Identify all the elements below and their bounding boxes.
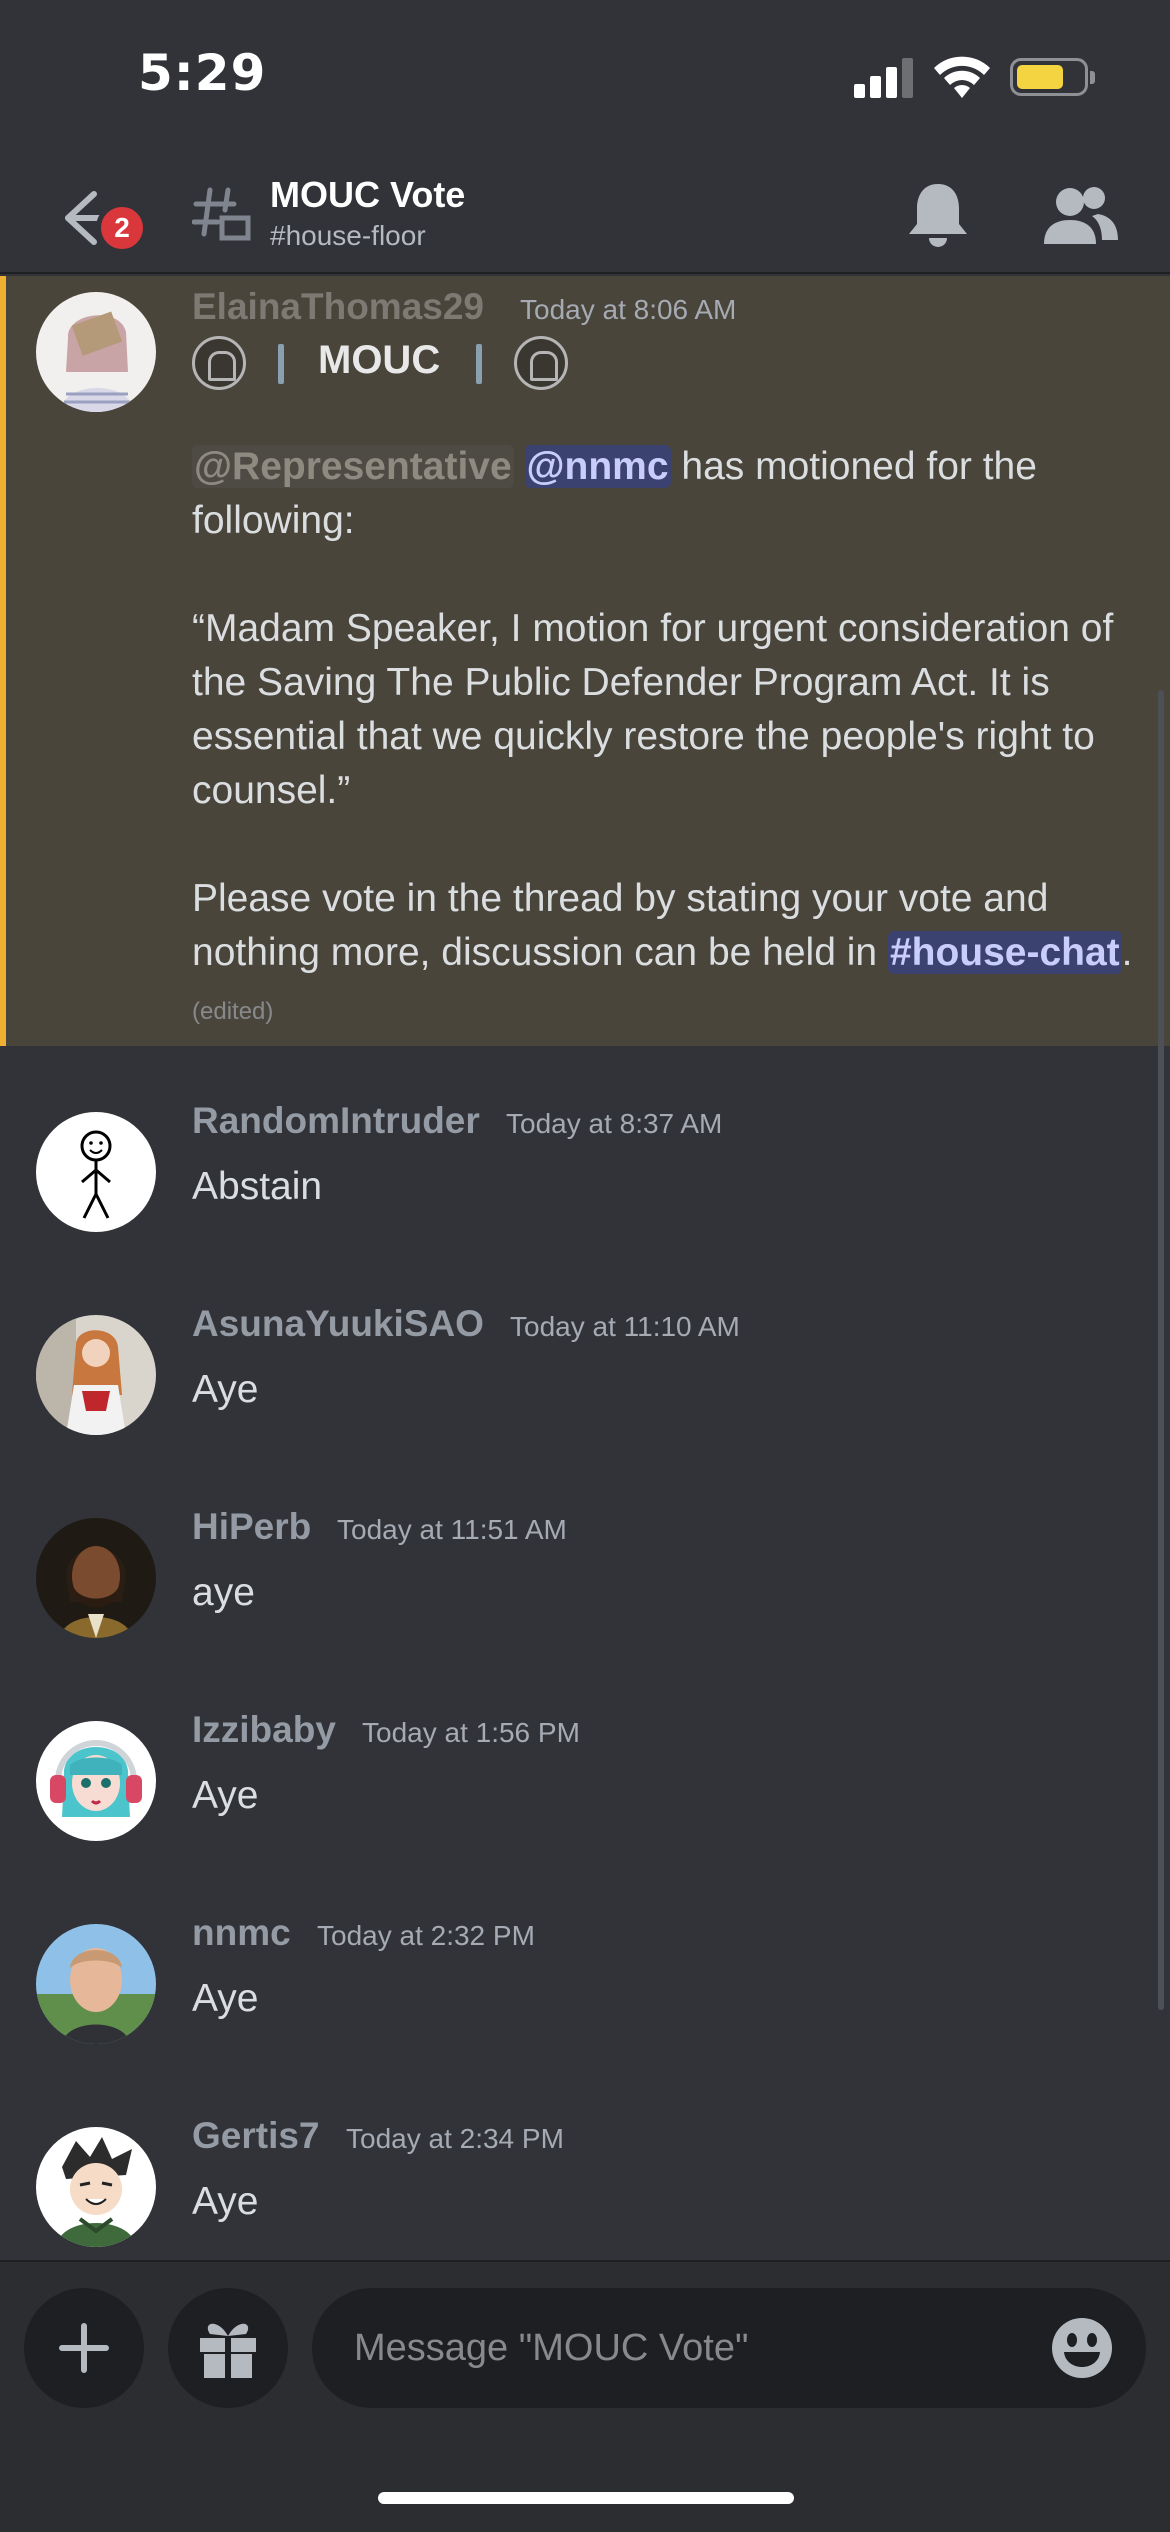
wifi-icon	[934, 56, 990, 98]
message-author[interactable]: Gertis7	[192, 2115, 320, 2157]
message-timestamp: Today at 8:06 AM	[520, 294, 737, 325]
avatar[interactable]	[36, 1112, 156, 1232]
avatar[interactable]	[36, 1518, 156, 1638]
channel-header: 2 MOUC Vote #house-floor	[0, 160, 1170, 274]
scrollbar[interactable]	[1158, 690, 1164, 2010]
unread-badge: 2	[96, 202, 148, 254]
message-author[interactable]: AsunaYuukiSAO	[192, 1303, 484, 1345]
period: .	[1121, 931, 1133, 974]
home-indicator[interactable]	[378, 2492, 794, 2504]
message-author[interactable]: ElainaThomas29	[192, 286, 484, 328]
message-author[interactable]: RandomIntruder	[192, 1100, 480, 1142]
avatar[interactable]	[36, 292, 156, 412]
avatar[interactable]	[36, 1924, 156, 2044]
edited-label: (edited)	[192, 998, 274, 1025]
gift-button[interactable]	[168, 2288, 288, 2408]
channel-title[interactable]: MOUC Vote	[270, 174, 465, 216]
message-text: Abstain	[192, 1165, 323, 1208]
role-banner: MOUC	[192, 334, 592, 394]
members-icon[interactable]	[1040, 182, 1120, 248]
message-input[interactable]	[312, 2288, 1146, 2408]
message-text: Aye	[192, 2180, 259, 2223]
status-time: 5:29	[138, 44, 267, 102]
message-timestamp: Today at 8:37 AM	[506, 1108, 723, 1139]
message-author[interactable]: Izzibaby	[192, 1709, 336, 1751]
plus-icon	[59, 2323, 109, 2373]
message-timestamp: Today at 2:34 PM	[346, 2123, 564, 2154]
bell-icon[interactable]	[905, 180, 971, 250]
quote-text: “Madam Speaker, I motion for urgent cons…	[192, 607, 1114, 812]
message-timestamp: Today at 11:51 AM	[337, 1514, 567, 1545]
message-author[interactable]: HiPerb	[192, 1506, 311, 1548]
role-banner-label: MOUC	[318, 338, 441, 382]
emoji-icon[interactable]	[1050, 2316, 1114, 2380]
avatar[interactable]	[36, 2127, 156, 2247]
message-timestamp: Today at 11:10 AM	[510, 1311, 740, 1342]
add-attachment-button[interactable]	[24, 2288, 144, 2408]
thread-icon	[192, 187, 251, 241]
message-text: Aye	[192, 1774, 259, 1817]
status-bar: 5:29	[0, 0, 1170, 160]
message-author[interactable]: nnmc	[192, 1912, 291, 1954]
seal-icon	[192, 336, 246, 390]
avatar[interactable]	[36, 1721, 156, 1841]
role-mention[interactable]: @Representative	[192, 445, 514, 488]
avatar[interactable]	[36, 1315, 156, 1435]
message-body: @Representative @nnmc has motioned for t…	[192, 440, 1142, 1039]
battery-icon	[1010, 58, 1095, 96]
channel-mention[interactable]: #house-chat	[887, 931, 1122, 974]
gift-icon	[200, 2323, 256, 2378]
message-timestamp: Today at 1:56 PM	[362, 1717, 580, 1748]
message-timestamp: Today at 2:32 PM	[317, 1920, 535, 1951]
user-mention[interactable]: @nnmc	[524, 445, 671, 488]
cellular-signal-icon	[854, 58, 914, 98]
channel-subtitle[interactable]: #house-floor	[270, 220, 426, 252]
message-text: aye	[192, 1571, 255, 1614]
message-text: Aye	[192, 1977, 259, 2020]
seal-icon	[514, 336, 568, 390]
message-text: Aye	[192, 1368, 259, 1411]
